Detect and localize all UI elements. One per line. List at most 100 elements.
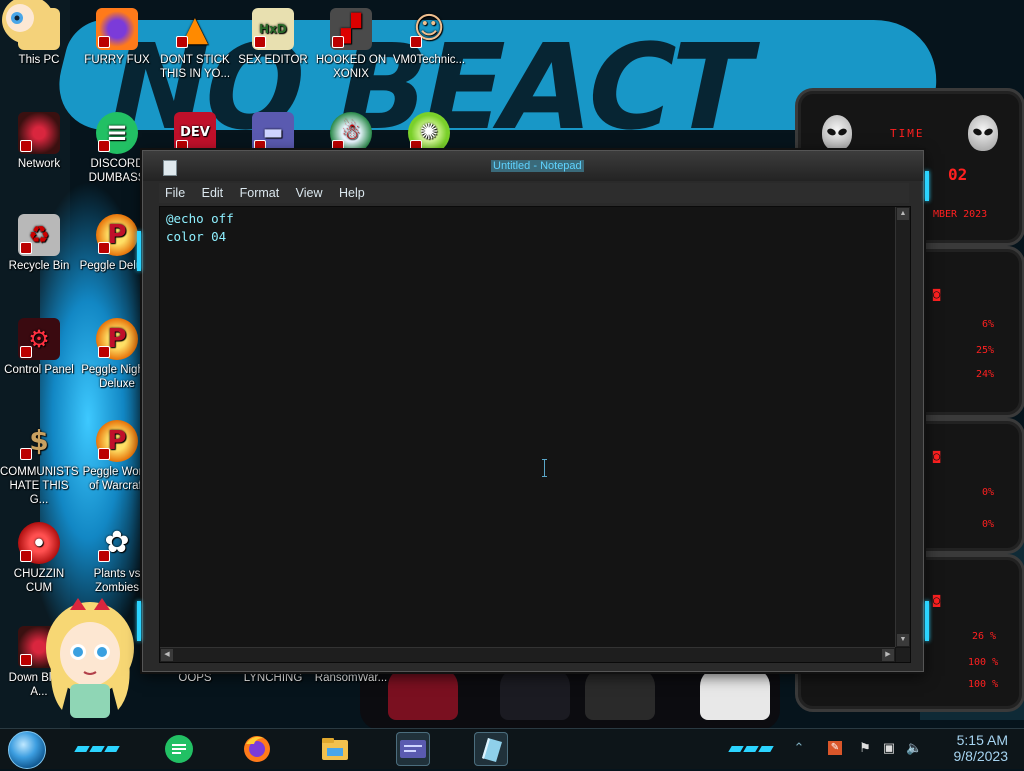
taskbar-card-app[interactable] (396, 732, 430, 766)
horizontal-scrollbar[interactable]: ◀ ▶ (160, 647, 895, 662)
net-value-2: 100 % (968, 657, 999, 668)
office-icon[interactable]: ✎ (828, 741, 842, 755)
scroll-left-button[interactable]: ◀ (161, 649, 173, 661)
taskbar-firefox[interactable] (240, 732, 274, 766)
icon-chuzzin-cum[interactable]: ● CHUZZIN CUM (0, 518, 78, 595)
menu-edit[interactable]: Edit (196, 184, 230, 202)
xonix-icon: ▞ (330, 8, 372, 50)
icon-dont-stick[interactable]: ▲ DONT STICK THIS IN YO... (156, 4, 234, 81)
santa-icon-glyph: ☃ (341, 120, 361, 145)
card-icon (400, 740, 426, 758)
desktop-icon-label: Control Panel (4, 364, 74, 376)
firefox-icon (244, 736, 270, 762)
menu-help[interactable]: Help (333, 184, 371, 202)
network-tray-icon[interactable]: ▣ (882, 741, 896, 755)
desktop-icon-label: Recycle Bin (8, 260, 70, 272)
menu-view[interactable]: View (290, 184, 329, 202)
doctor-icon: ☺ (408, 8, 450, 50)
icon-control-panel[interactable]: ⚙ Control Panel (0, 314, 78, 377)
vertical-scrollbar[interactable]: ▲ ▼ (895, 207, 910, 647)
shortcut-overlay-icon (332, 36, 344, 48)
icon-furry-fux[interactable]: FURRY FUX (78, 4, 156, 67)
scroll-down-button[interactable]: ▼ (897, 634, 909, 646)
notepad-icon (482, 738, 502, 762)
hxd-icon-glyph: HxD (259, 22, 287, 36)
vlc-cone-icon: ▲ (174, 8, 216, 50)
control-panel-icon-glyph: ⚙ (28, 325, 50, 353)
desktop-icon-label: FURRY FUX (84, 54, 150, 66)
notepad-app-icon[interactable] (163, 160, 177, 176)
chat-app-icon (165, 735, 193, 763)
peggle-icon: P (96, 214, 138, 256)
desktop-icon-label: DONT STICK THIS IN YO... (159, 54, 231, 80)
xonix-icon-glyph: ▞ (341, 14, 361, 44)
shortcut-overlay-icon (20, 242, 32, 254)
icon-communists[interactable]: $ COMMUNISTS HATE THIS G... (0, 416, 79, 507)
lime-icon-glyph: ✺ (419, 120, 439, 145)
start-button[interactable] (8, 731, 46, 769)
desktop-icon-label: OOPS (178, 672, 212, 684)
doctor-icon-glyph: ☺ (413, 11, 445, 46)
shortcut-overlay-icon (20, 448, 32, 460)
shortcut-overlay-icon (254, 36, 266, 48)
scroll-right-button[interactable]: ▶ (882, 649, 894, 661)
volume-icon[interactable]: 🔈 (906, 741, 922, 755)
icon-network[interactable]: Network (0, 108, 78, 171)
taskbar-chat-app[interactable] (162, 732, 196, 766)
text-editor-area[interactable]: @echo off color 04 ▲ ▼ ◀ ▶ (159, 206, 911, 663)
recycle-bin-icon-glyph: ♻ (28, 221, 50, 249)
peggle-icon: P (96, 420, 138, 462)
shortcut-overlay-icon (98, 448, 110, 460)
window-titlebar[interactable]: Untitled - Notepad (143, 151, 923, 181)
window-title: Untitled - Notepad (491, 160, 584, 172)
desktop-icon-label: This PC (18, 54, 60, 66)
cpu-value-1: 6% (982, 319, 995, 330)
taskbar-notepad[interactable] (474, 732, 508, 766)
resize-grip[interactable] (896, 648, 910, 662)
wallpaper-shoe (700, 668, 770, 720)
icon-sex-editor[interactable]: HxD SEX EDITOR (234, 4, 312, 67)
shortcut-overlay-icon (98, 242, 110, 254)
desktop-icon-label: SEX EDITOR (238, 54, 308, 66)
character-sticker (46, 598, 134, 718)
clock-value: 02 (948, 165, 968, 184)
window-accent (137, 601, 141, 641)
menu-format[interactable]: Format (234, 184, 286, 202)
card-icon: ▬ (252, 112, 294, 154)
devcpp-icon: DEV (174, 112, 216, 154)
cpu-value-3: 24% (976, 369, 995, 380)
text-cursor (542, 459, 547, 477)
icon-recycle-bin[interactable]: ♻ Recycle Bin (0, 210, 78, 273)
alien-head-icon (968, 115, 998, 151)
show-hidden-icons-chevron[interactable]: ⌃ (792, 741, 806, 755)
taskbar-clock-time[interactable]: 5:15 AM (940, 732, 1008, 748)
ram-value-1: 0% (982, 487, 995, 498)
shortcut-overlay-icon (98, 36, 110, 48)
flag-icon[interactable]: ⚑ (858, 741, 872, 755)
shortcut-overlay-icon (20, 140, 32, 152)
editor-text[interactable]: @echo off color 04 (166, 210, 234, 246)
scroll-up-button[interactable]: ▲ (897, 208, 909, 220)
taskbar-file-explorer[interactable] (318, 732, 352, 766)
icon-hooked-on-xonix[interactable]: ▞ HOOKED ON XONIX (312, 4, 390, 81)
taskbar-clock-date[interactable]: 9/8/2023 (940, 748, 1009, 764)
shortcut-overlay-icon (176, 36, 188, 48)
icon-vm0technic[interactable]: ☺ VM0Technic... (390, 4, 468, 67)
notepad-window[interactable]: Untitled - Notepad File Edit Format View… (137, 150, 929, 672)
shortcut-overlay-icon (410, 36, 422, 48)
control-panel-icon: ⚙ (18, 318, 60, 360)
desktop-icon-label: COMMUNISTS HATE THIS G... (0, 466, 79, 506)
lime-icon: ✺ (408, 112, 450, 154)
clock-label: TIME (890, 127, 925, 140)
window-accent (925, 171, 929, 201)
desktop-icon-label: HOOKED ON XONIX (315, 54, 387, 80)
system-tray: ⌃ ✎ ⚑ ▣ 🔈 5:15 AM 9/8/2023 (790, 732, 1020, 765)
window-accent (137, 231, 141, 271)
wallpaper-shoe (388, 668, 458, 720)
window-accent (925, 601, 929, 641)
desktop-icon-label: LYNCHING (243, 672, 303, 684)
menu-file[interactable]: File (159, 184, 191, 202)
taskbar: ⌃ ✎ ⚑ ▣ 🔈 5:15 AM 9/8/2023 (0, 728, 1024, 769)
recycle-bin-icon: ♻ (18, 214, 60, 256)
peggle-icon: P (96, 318, 138, 360)
